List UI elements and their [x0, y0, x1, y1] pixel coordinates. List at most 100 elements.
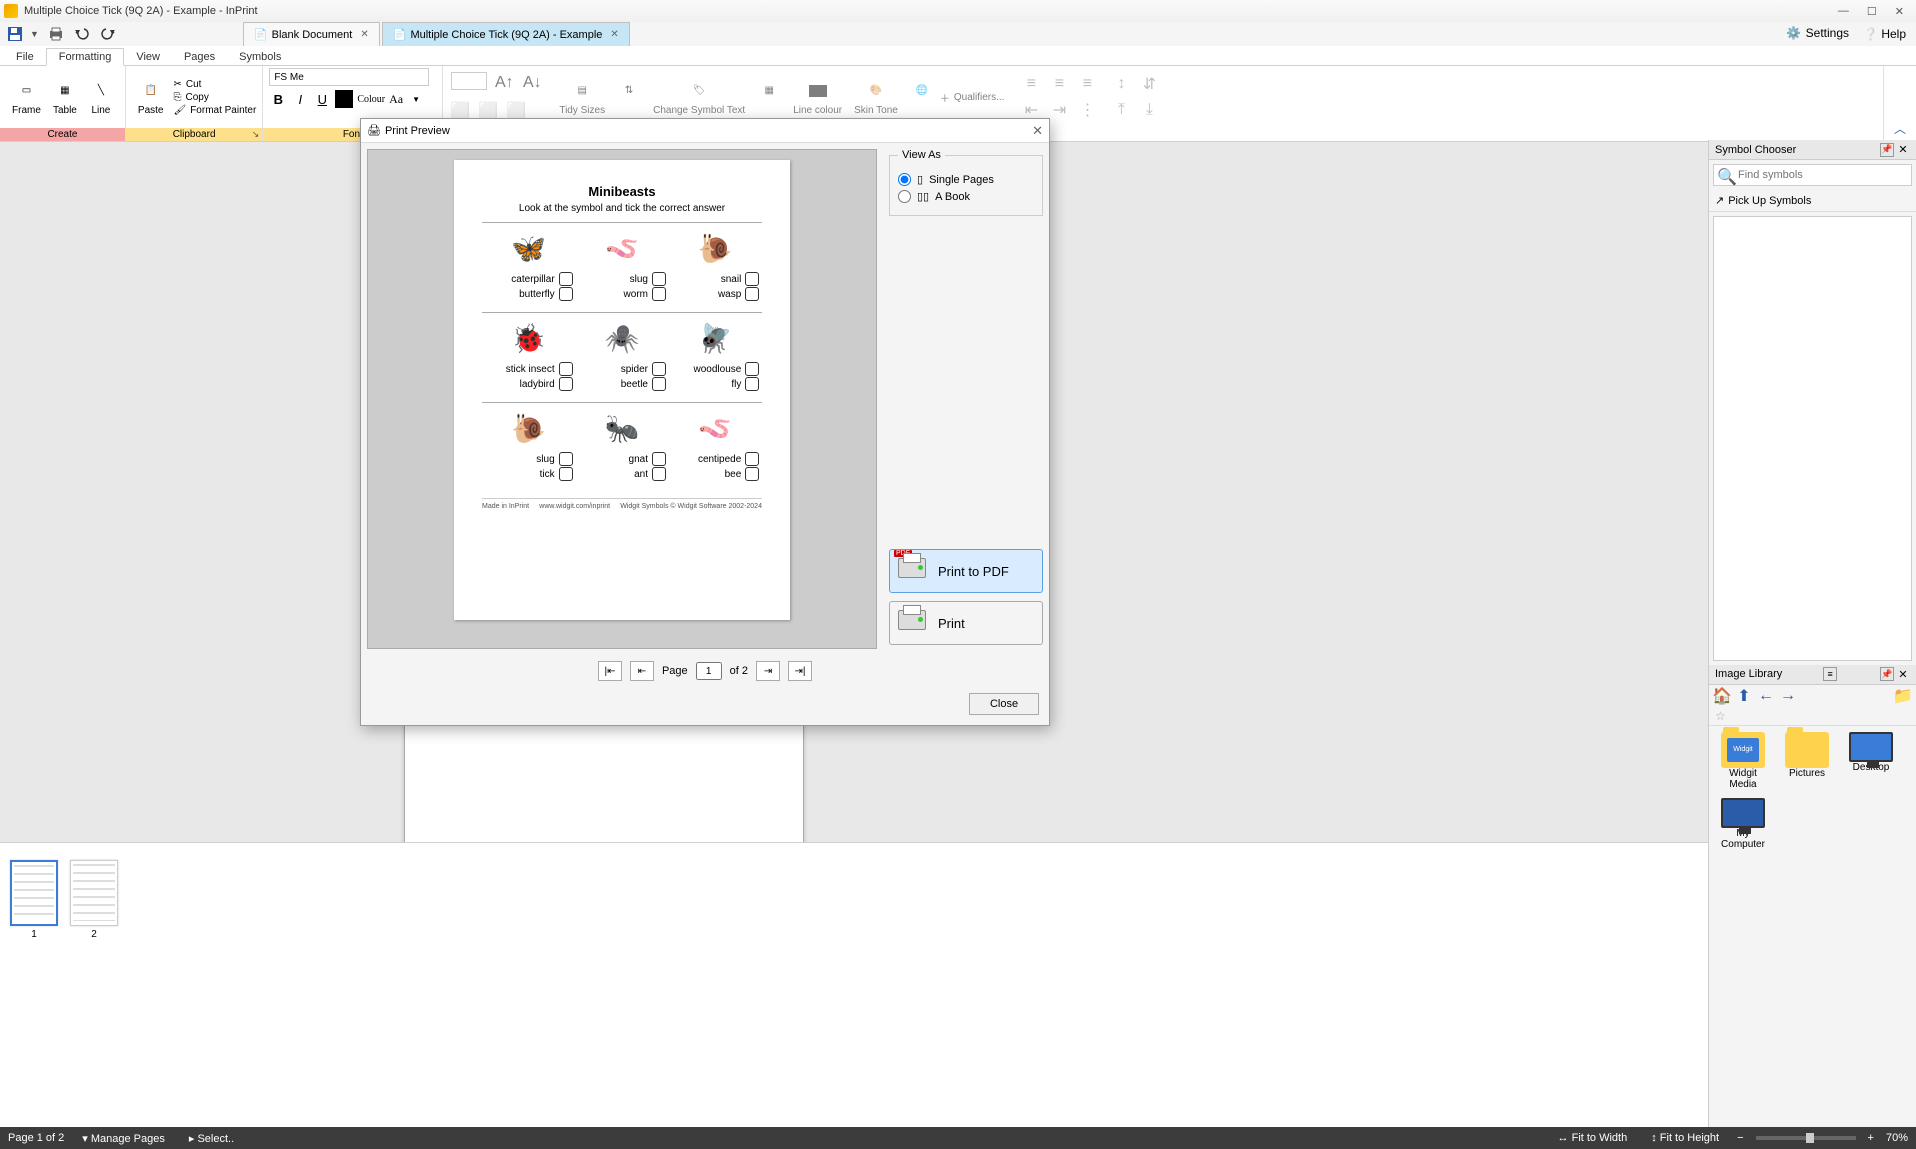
- align-center-icon[interactable]: ≡: [1048, 73, 1070, 95]
- maximize-button[interactable]: ☐: [1867, 5, 1877, 18]
- fit-width-button[interactable]: ↔ Fit to Width: [1552, 1132, 1634, 1144]
- tab-close-icon[interactable]: ✕: [360, 29, 368, 40]
- favorites-row[interactable]: ☆: [1709, 707, 1916, 726]
- table-button[interactable]: ▦Table: [47, 77, 83, 118]
- settings-link[interactable]: ⚙️ Settings: [1786, 26, 1849, 42]
- copy-button[interactable]: ⎘Copy: [173, 92, 256, 103]
- single-pages-radio[interactable]: ▯ Single Pages: [898, 173, 1034, 186]
- format-painter-button[interactable]: 🖌Format Painter: [173, 105, 256, 116]
- new-folder-icon[interactable]: 📁: [1894, 687, 1912, 705]
- increase-size-icon[interactable]: A↑: [493, 72, 515, 94]
- pin-icon[interactable]: 📌: [1880, 143, 1894, 157]
- a-book-radio[interactable]: ▯▯ A Book: [898, 190, 1034, 203]
- close-button[interactable]: ✕: [1895, 5, 1904, 18]
- save-button[interactable]: [4, 24, 26, 44]
- frame-button[interactable]: ▭Frame: [6, 77, 47, 118]
- forward-icon[interactable]: →: [1779, 687, 1797, 705]
- bold-button[interactable]: B: [269, 90, 287, 108]
- underline-button[interactable]: U: [313, 90, 331, 108]
- pickup-symbols-button[interactable]: ↗ Pick Up Symbols: [1709, 190, 1916, 212]
- brush-icon: 🖌: [173, 105, 186, 116]
- font-color-swatch[interactable]: [335, 90, 353, 108]
- align-right-icon[interactable]: ≡: [1076, 73, 1098, 95]
- symbols-tab[interactable]: Symbols: [227, 49, 293, 65]
- library-item[interactable]: Pictures: [1779, 732, 1835, 790]
- tidy-sizes-button[interactable]: ▤Tidy Sizes: [553, 77, 611, 118]
- list-icon[interactable]: ≡: [1823, 667, 1837, 681]
- align-left-icon[interactable]: ≡: [1020, 73, 1042, 95]
- line-button[interactable]: ╲Line: [83, 77, 119, 118]
- select-button[interactable]: ▸ Select..: [183, 1132, 240, 1145]
- font-size-select[interactable]: [451, 72, 487, 90]
- prev-page-button[interactable]: ⇤: [630, 661, 654, 681]
- help-link[interactable]: ❔ Help: [1863, 27, 1906, 41]
- spacing-button[interactable]: ⇅: [611, 77, 647, 118]
- case-button[interactable]: Aa: [389, 90, 403, 108]
- first-page-button[interactable]: |⇤: [598, 661, 622, 681]
- font-family-select[interactable]: [269, 68, 429, 86]
- library-item[interactable]: Desktop: [1843, 732, 1899, 790]
- checkbox: [652, 467, 666, 481]
- valign-icon[interactable]: ⤒: [1110, 99, 1132, 121]
- page-thumbnail[interactable]: [10, 860, 58, 926]
- formatting-tab[interactable]: Formatting: [46, 48, 125, 66]
- outdent-icon[interactable]: ⇥: [1048, 99, 1070, 121]
- symbol-button[interactable]: 🌐: [904, 77, 940, 118]
- valign-icon[interactable]: ↕: [1110, 73, 1132, 95]
- back-icon[interactable]: ←: [1757, 687, 1775, 705]
- print-button[interactable]: [45, 24, 67, 44]
- skin-tone-button[interactable]: 🎨Skin Tone: [848, 77, 904, 118]
- document-tab[interactable]: 📄 Blank Document ✕: [243, 22, 380, 46]
- valign-icon[interactable]: ⇵: [1138, 73, 1160, 95]
- zoom-in-button[interactable]: +: [1868, 1132, 1874, 1144]
- checkbox: [745, 452, 759, 466]
- thumb-number: 1: [4, 929, 64, 940]
- footer-text: www.widgit.com/inprint: [539, 503, 610, 510]
- page-thumbnail[interactable]: [70, 860, 118, 926]
- line-colour-button[interactable]: Line colour: [787, 77, 848, 118]
- close-panel-icon[interactable]: ✕: [1896, 667, 1910, 681]
- change-symbol-text-button[interactable]: 🏷Change Symbol Text: [647, 77, 751, 118]
- pages-tab[interactable]: Pages: [172, 49, 227, 65]
- preview-canvas[interactable]: Minibeasts Look at the symbol and tick t…: [367, 149, 877, 649]
- dialog-titlebar[interactable]: 🖨 Print Preview ✕: [361, 119, 1049, 143]
- next-page-button[interactable]: ⇥: [756, 661, 780, 681]
- document-tab[interactable]: 📄 Multiple Choice Tick (9Q 2A) - Example…: [382, 22, 630, 46]
- symbol-toggle-button[interactable]: ▦: [751, 77, 787, 118]
- tab-close-icon[interactable]: ✕: [610, 29, 618, 40]
- close-panel-icon[interactable]: ✕: [1896, 143, 1910, 157]
- symbol-search-input[interactable]: [1713, 164, 1912, 186]
- fit-height-button[interactable]: ↕ Fit to Height: [1645, 1132, 1725, 1144]
- undo-button[interactable]: [71, 24, 93, 44]
- up-icon[interactable]: ⬆: [1735, 687, 1753, 705]
- qualifiers-button[interactable]: ＋Qualifiers...: [940, 90, 1005, 105]
- dialog-close-button[interactable]: ✕: [1032, 123, 1043, 139]
- library-item[interactable]: My Computer: [1715, 798, 1771, 850]
- ribbon-collapse-button[interactable]: ︿: [1884, 116, 1916, 141]
- redo-button[interactable]: [97, 24, 119, 44]
- case-dropdown[interactable]: ▼: [407, 90, 425, 108]
- cut-button[interactable]: ✂Cut: [173, 79, 256, 90]
- launcher-icon[interactable]: ↘: [252, 129, 260, 140]
- paste-button[interactable]: 📋Paste: [132, 77, 170, 118]
- page-number-input[interactable]: [696, 662, 722, 680]
- save-dropdown[interactable]: ▼: [30, 29, 39, 39]
- library-item[interactable]: WidgitWidgit Media: [1715, 732, 1771, 790]
- file-tab[interactable]: File: [4, 49, 46, 65]
- minimize-button[interactable]: —: [1838, 5, 1849, 18]
- bullets-icon[interactable]: ⋮: [1076, 99, 1098, 121]
- print-button[interactable]: Print: [889, 601, 1043, 645]
- worksheet-section: 🐞🕷️🪰stick insectladybirdspiderbeetlewood…: [482, 312, 762, 402]
- close-dialog-button[interactable]: Close: [969, 693, 1039, 715]
- zoom-slider[interactable]: [1756, 1136, 1856, 1140]
- zoom-out-button[interactable]: −: [1737, 1132, 1743, 1144]
- last-page-button[interactable]: ⇥|: [788, 661, 812, 681]
- pin-icon[interactable]: 📌: [1880, 667, 1894, 681]
- print-to-pdf-button[interactable]: PDF Print to PDF: [889, 549, 1043, 593]
- italic-button[interactable]: I: [291, 90, 309, 108]
- manage-pages-button[interactable]: ▾ Manage Pages: [76, 1132, 171, 1145]
- view-tab[interactable]: View: [124, 49, 172, 65]
- valign-icon[interactable]: ⤓: [1138, 99, 1160, 121]
- decrease-size-icon[interactable]: A↓: [521, 72, 543, 94]
- home-icon[interactable]: 🏠: [1713, 687, 1731, 705]
